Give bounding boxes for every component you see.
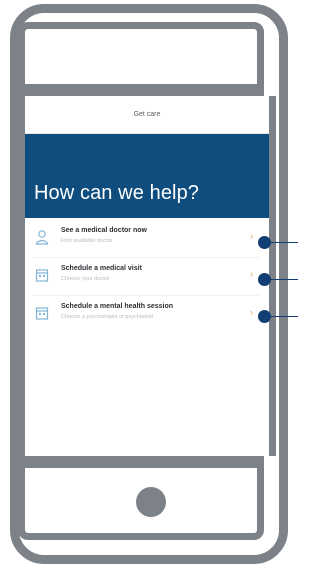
screen-top-edge — [18, 84, 264, 96]
calendar-icon — [35, 305, 49, 321]
page-title: Get care — [133, 111, 161, 118]
app-screen: Get care How can we help? See a medical … — [18, 96, 276, 456]
item-title: Schedule a medical visit — [61, 265, 142, 272]
item-subtitle: Choose a psychologist or psychiatrist — [61, 314, 154, 320]
screen-bottom-edge — [18, 456, 264, 468]
divider — [33, 295, 259, 296]
home-button[interactable] — [136, 487, 166, 517]
divider — [33, 257, 259, 258]
callout-line-2 — [270, 279, 298, 280]
hero-banner: How can we help? — [25, 134, 269, 218]
hero-title: How can we help? — [34, 182, 200, 204]
item-subtitle: First available doctor — [61, 238, 113, 244]
item-subtitle: Choose your doctor — [61, 276, 110, 282]
chevron-right-icon: › — [250, 307, 253, 317]
calendar-icon — [35, 267, 49, 283]
phone-top-bezel — [18, 22, 264, 84]
list-item-see-doctor-now[interactable]: See a medical doctor now First available… — [25, 226, 269, 258]
chevron-right-icon: › — [250, 269, 253, 279]
item-title: See a medical doctor now — [61, 227, 147, 234]
item-title: Schedule a mental health session — [61, 303, 174, 310]
care-options-list: See a medical doctor now First available… — [25, 226, 269, 340]
chevron-right-icon: › — [250, 231, 253, 241]
list-item-schedule-medical-visit[interactable]: Schedule a medical visit Choose your doc… — [25, 264, 269, 296]
callout-line-1 — [270, 242, 298, 243]
header-bar: Get care — [25, 96, 269, 134]
list-item-schedule-mental-health[interactable]: Schedule a mental health session Choose … — [25, 302, 269, 329]
callout-line-3 — [270, 316, 298, 317]
doctor-icon — [35, 229, 49, 245]
